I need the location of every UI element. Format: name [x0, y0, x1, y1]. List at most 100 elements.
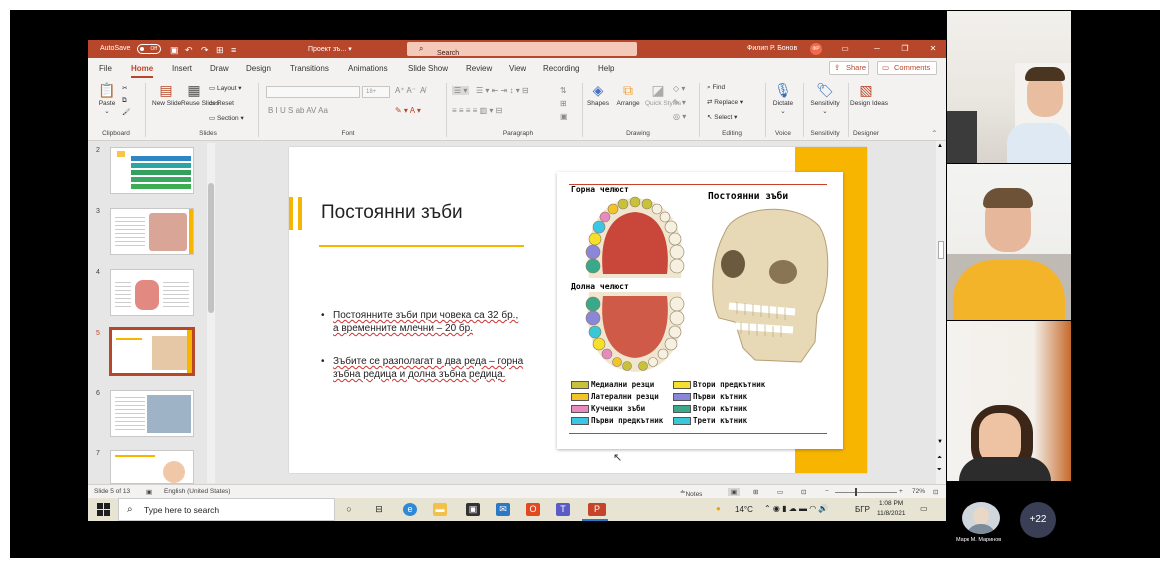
paragraph-list-icons[interactable]: ☰ ▾ ⇤ ⇥ ↕ ▾ ⊟	[476, 86, 529, 95]
more-participants-button[interactable]: +22	[1020, 502, 1056, 538]
office-icon[interactable]: O	[526, 503, 540, 516]
zoom-slider[interactable]	[835, 492, 897, 493]
close-icon[interactable]: ✕	[926, 43, 940, 55]
participant-avatar[interactable]	[962, 502, 1000, 534]
copy-icon[interactable]: ⧉	[122, 96, 127, 105]
tab-recording[interactable]: Recording	[543, 64, 579, 73]
tray-icons[interactable]: ⌃ ◉ ▮ ☁ ▬ ◠ 🔊	[764, 504, 828, 513]
font-style-icons[interactable]: B I U S ab AV Aa	[268, 106, 328, 115]
smartart-icon[interactable]: ▣	[560, 112, 568, 121]
file-explorer-icon[interactable]: ▬	[433, 503, 447, 516]
shapes-button[interactable]: ◈ Shapes	[585, 81, 611, 108]
participant-video-2[interactable]	[947, 164, 1071, 320]
increase-font-icon[interactable]: A⁺ A⁻	[395, 86, 416, 95]
text-direction-icon[interactable]: ⇅	[560, 86, 567, 95]
bullet-1[interactable]: • Постоянните зъби при човека са 32 бр.,…	[321, 309, 526, 335]
reset-button[interactable]: ▭ Reset	[209, 99, 234, 108]
shape-fill-icon[interactable]: ◇ ▾	[673, 84, 685, 93]
collapse-ribbon-icon[interactable]: ⌃	[931, 129, 938, 138]
thumbnail-slide-4[interactable]	[110, 269, 194, 316]
document-title[interactable]: Проект зъ... ▾	[308, 45, 352, 53]
teeth-figure[interactable]: Горна челюст Постоянни зъби Долна челюст	[557, 172, 843, 449]
redo-icon[interactable]: ↷	[201, 45, 209, 55]
slideshow-view-icon[interactable]: ⊡	[801, 488, 806, 496]
store-icon[interactable]: ▣	[466, 503, 480, 516]
powerpoint-taskbar-icon[interactable]: P	[588, 503, 606, 516]
customize-qa-icon[interactable]: ≡	[231, 45, 236, 55]
clock-date[interactable]: 11/8/2021	[877, 510, 905, 517]
tab-transitions[interactable]: Transitions	[290, 64, 329, 73]
editor-scroll-thumb[interactable]	[938, 241, 944, 259]
slide-sorter-icon[interactable]: ⊞	[753, 488, 758, 496]
current-slide[interactable]: Постоянни зъби • Постоянните зъби при чо…	[289, 147, 867, 473]
participant-video-1[interactable]	[947, 11, 1071, 163]
tab-view[interactable]: View	[509, 64, 526, 73]
shape-outline-icon[interactable]: ✎ ▾	[673, 98, 686, 107]
normal-view-icon[interactable]: ▣	[728, 488, 741, 496]
highlight-icon[interactable]: ✎ ▾ A ▾	[395, 106, 421, 115]
weather-icon[interactable]: ●	[716, 504, 721, 513]
tab-animations[interactable]: Animations	[348, 64, 388, 73]
undo-icon[interactable]: ↶	[185, 45, 193, 55]
design-ideas-button[interactable]: ▧ Design Ideas	[850, 81, 888, 108]
cortana-icon[interactable]: ○	[342, 503, 356, 516]
select-button[interactable]: ↖ Select ▾	[707, 113, 737, 122]
search-box[interactable]: ⌕ Search	[407, 42, 637, 57]
quick-styles-button[interactable]: ◪ Quick Styles	[645, 81, 681, 108]
tab-review[interactable]: Review	[466, 64, 492, 73]
tab-slide-show[interactable]: Slide Show	[408, 64, 448, 73]
bullets-icon[interactable]: ☰ ▾	[452, 86, 470, 95]
comments-button[interactable]: ▭ Comments	[877, 61, 937, 75]
scroll-down-icon[interactable]: ▼	[937, 439, 943, 445]
reuse-slides-button[interactable]: ▦ Reuse Slides	[181, 81, 219, 108]
scroll-up-icon[interactable]: ▲	[937, 143, 943, 149]
restore-icon[interactable]: ❐	[898, 43, 912, 55]
next-slide-icon[interactable]: ⏷	[937, 467, 942, 474]
task-view-icon[interactable]: ⊟	[372, 503, 386, 516]
save-icon[interactable]: ▣	[170, 45, 179, 55]
dictate-button[interactable]: 🎙 Dictate ⌄	[769, 81, 797, 116]
arrange-button[interactable]: ⧉ Arrange	[614, 81, 642, 108]
fit-slide-icon[interactable]: ⊡	[933, 488, 938, 496]
format-painter-icon[interactable]: 🖌	[122, 108, 130, 117]
mail-icon[interactable]: ✉	[496, 503, 510, 516]
paste-button[interactable]: 📋 Paste ⌄	[94, 81, 120, 116]
minimize-icon[interactable]: ─	[870, 43, 884, 55]
align-text-icon[interactable]: ⊞	[560, 99, 567, 108]
bullet-2[interactable]: • Зъбите се разполагат в два реда – горн…	[321, 355, 526, 381]
autosave-toggle[interactable]: Off	[137, 44, 161, 54]
thumbnail-slide-5[interactable]	[109, 327, 195, 376]
edge-icon[interactable]: e	[403, 503, 417, 516]
align-icons[interactable]: ≡ ≡ ≡ ≡ ▥ ▾ ⊟	[452, 106, 502, 115]
thumbnail-scroll-thumb[interactable]	[208, 183, 214, 313]
taskbar-search[interactable]: ⌕ Type here to search	[118, 498, 335, 521]
notes-button[interactable]: ≐ Notes	[680, 488, 702, 498]
font-name-field[interactable]	[266, 86, 360, 98]
thumbnail-slide-7[interactable]	[110, 450, 194, 484]
editor-scrollbar[interactable]: ▲ ▼ ⏶ ⏷	[936, 141, 946, 485]
participant-video-3[interactable]	[947, 321, 1071, 481]
section-button[interactable]: ▭ Section ▾	[209, 114, 244, 123]
accessibility-icon[interactable]: ▣	[146, 488, 152, 496]
previous-slide-icon[interactable]: ⏶	[937, 455, 942, 462]
share-button[interactable]: ⇪ Share	[829, 61, 869, 75]
sensitivity-button[interactable]: 🏷 Sensitivity ⌄	[806, 81, 844, 116]
windows-start-icon[interactable]	[97, 503, 110, 516]
zoom-slider-thumb[interactable]	[855, 488, 857, 496]
teams-icon[interactable]: T	[556, 503, 570, 516]
zoom-level[interactable]: 72%	[912, 488, 925, 495]
notifications-icon[interactable]: ▭	[920, 504, 928, 513]
slide-title[interactable]: Постоянни зъби	[321, 202, 463, 224]
tab-insert[interactable]: Insert	[172, 64, 192, 73]
new-slide-button[interactable]: ▤ New Slide	[152, 81, 181, 108]
clear-format-icon[interactable]: A̸	[420, 86, 425, 95]
user-avatar[interactable]: ФР	[810, 43, 822, 55]
zoom-in-icon[interactable]: +	[899, 488, 903, 495]
cut-icon[interactable]: ✂	[122, 84, 127, 93]
clock-time[interactable]: 1:08 PM	[879, 500, 903, 507]
present-icon[interactable]: ⊞	[216, 45, 224, 55]
tab-design[interactable]: Design	[246, 64, 271, 73]
thumbnail-slide-3[interactable]	[110, 208, 194, 255]
ribbon-display-icon[interactable]: ▭	[838, 43, 852, 55]
language-status[interactable]: English (United States)	[164, 488, 230, 495]
